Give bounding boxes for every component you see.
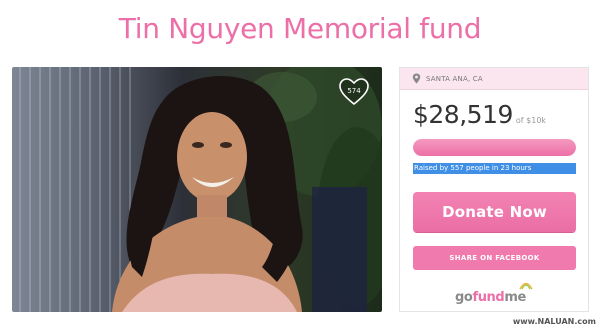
amount-row: $28,519 of $10k (413, 100, 546, 129)
logo-fund: fund (472, 290, 505, 305)
progress-bar (413, 139, 576, 156)
share-on-facebook-button[interactable]: SHARE ON FACEBOOK (413, 246, 576, 270)
progress-bar-fill (413, 139, 576, 156)
location-pin-icon (412, 73, 421, 84)
donate-now-button[interactable]: Donate Now (413, 192, 576, 232)
raised-summary: Raised by 557 people in 23 hours (413, 163, 576, 174)
logo-go: go (455, 290, 473, 305)
watermark: www.NALUAN.com (512, 317, 596, 326)
page-title: Tin Nguyen Memorial fund (118, 12, 482, 45)
gofundme-logo[interactable]: go fund me (455, 282, 540, 305)
logo-me: me (504, 290, 526, 305)
goal-amount: of $10k (515, 116, 547, 125)
campaign-photo-illustration (19, 67, 382, 312)
donation-panel: SANTA ANA, CA $28,519 of $10k Raised by … (399, 67, 589, 312)
like-count: 574 (347, 87, 361, 95)
location-bar: SANTA ANA, CA (400, 68, 588, 90)
amount-raised: $28,519 (413, 100, 513, 129)
logo-flower-icon (519, 282, 533, 290)
location-text: SANTA ANA, CA (426, 74, 483, 83)
campaign-photo: 574 (12, 67, 382, 312)
favorite-heart-button[interactable]: 574 (338, 77, 370, 107)
